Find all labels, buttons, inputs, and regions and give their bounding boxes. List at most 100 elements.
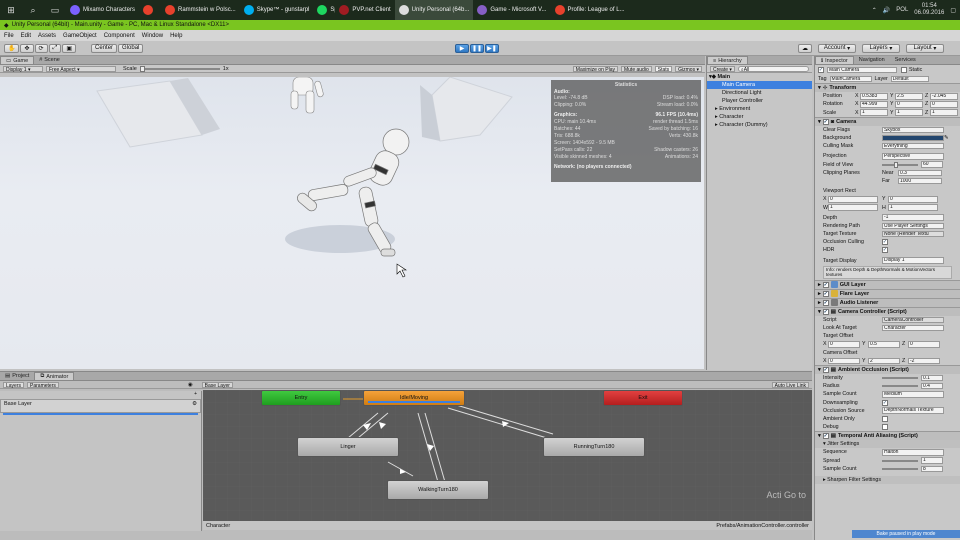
display-dropdown[interactable]: Display 1 ▾ — [3, 65, 43, 73]
menu-assets[interactable]: Assets — [38, 33, 56, 39]
taskbar-app[interactable]: Spotify — [313, 0, 335, 20]
culling-mask-dropdown[interactable]: Everything — [882, 142, 944, 150]
rotation-y-field[interactable]: 0 — [895, 101, 923, 108]
component-enabled-checkbox[interactable]: ✓ — [822, 290, 829, 297]
language-indicator[interactable]: POL — [896, 7, 908, 13]
taskbar-app[interactable]: Mixamo Characters — [66, 0, 139, 20]
sharpen-settings-foldout[interactable]: Sharpen Filter Settings — [827, 477, 881, 483]
near-field[interactable]: 0.3 — [898, 169, 942, 177]
state-exit[interactable]: Exit — [603, 390, 683, 406]
add-layer-icon[interactable]: + — [194, 391, 197, 399]
tab-scene[interactable]: # Scene — [34, 56, 65, 64]
cloud-icon[interactable]: ☁ — [798, 43, 812, 53]
create-dropdown[interactable]: Create ▾ — [710, 65, 735, 73]
component-enabled-checkbox[interactable]: ✓ — [822, 281, 829, 288]
layers-dropdown[interactable]: Layers ▾ — [862, 43, 900, 53]
taa-slider[interactable] — [882, 467, 918, 470]
tag-dropdown[interactable]: MainCamera — [829, 75, 872, 83]
stats-toggle[interactable]: Stats — [654, 65, 673, 73]
rendering-path-dropdown[interactable]: Use Player Settings — [882, 222, 944, 230]
notifications-icon[interactable]: ▢ — [950, 7, 956, 14]
layer-dropdown[interactable]: Default — [890, 75, 929, 83]
rotation-z-field[interactable]: 0 — [930, 101, 958, 108]
clear-flags-dropdown[interactable]: Skybox — [882, 126, 944, 134]
menu-gameobject[interactable]: GameObject — [63, 33, 97, 39]
tab-inspector[interactable]: ℹ Inspector — [815, 56, 854, 64]
menu-component[interactable]: Component — [104, 33, 135, 39]
scale-z-field[interactable]: 1 — [930, 109, 958, 116]
camera-offset-x[interactable]: 0 — [828, 357, 860, 365]
ao-slider[interactable] — [882, 376, 918, 379]
component-header[interactable]: ▸ ✓ GUI Layer — [815, 279, 960, 289]
auto-live-link-toggle[interactable]: Auto Live Link — [771, 381, 809, 389]
breadcrumb[interactable]: Base Layer — [201, 381, 233, 389]
tab-project[interactable]: ▤ Project — [0, 372, 34, 380]
eye-icon[interactable]: ◉ — [188, 382, 193, 388]
tab-layers[interactable]: Layers — [3, 381, 25, 389]
aspect-dropdown[interactable]: Free Aspect ▾ — [46, 65, 116, 73]
projection-dropdown[interactable]: Perspective — [882, 153, 944, 160]
state-entry[interactable]: Entry — [261, 390, 341, 406]
jitter-settings-foldout[interactable]: Jitter Settings — [827, 441, 859, 447]
taskbar-app[interactable]: Unity Personal (64b... — [394, 0, 474, 20]
taskbar-app[interactable]: PVP.net Client — [335, 0, 394, 20]
ao-checkbox[interactable] — [882, 415, 888, 422]
look-at-field[interactable]: Character — [882, 324, 944, 332]
layer-item-base[interactable]: Base Layer ⚙ — [0, 399, 201, 413]
viewport-y-field[interactable]: 0 — [888, 196, 938, 203]
depth-field[interactable]: -1 — [882, 214, 944, 221]
ao-dropdown[interactable]: Medium — [882, 391, 944, 398]
pivot-global-button[interactable]: Global — [118, 43, 144, 53]
scale-x-field[interactable]: 1 — [860, 109, 888, 116]
ao-checkbox[interactable] — [882, 424, 888, 431]
tab-hierarchy[interactable]: ≡ Hierarchy — [707, 56, 748, 64]
ambient-occlusion-header[interactable]: ▾ ✓ ▤ Ambient Occlusion (Script) — [815, 364, 960, 374]
menu-file[interactable]: File — [4, 33, 14, 39]
hierarchy-item[interactable]: ▸ Environment — [707, 105, 812, 113]
target-display-dropdown[interactable]: Display 1 — [882, 257, 944, 264]
ao-slider[interactable] — [882, 385, 918, 388]
step-button[interactable]: ▶❚ — [485, 43, 499, 53]
eyedropper-icon[interactable]: ✎ — [944, 135, 948, 141]
taskbar-app[interactable]: Rammstein w Polsc... — [161, 0, 240, 20]
gear-icon[interactable]: ⚙ — [192, 401, 197, 411]
move-tool-icon[interactable]: ✥ — [20, 43, 34, 53]
viewport-x-field[interactable]: 0 — [828, 196, 878, 203]
hierarchy-item[interactable]: Main Camera — [707, 81, 812, 89]
rotation-x-field[interactable]: 44.999 — [860, 101, 888, 108]
play-button[interactable]: ▶ — [455, 43, 469, 53]
scale-y-field[interactable]: 1 — [895, 109, 923, 116]
menu-edit[interactable]: Edit — [21, 33, 31, 39]
ao-value-field[interactable]: 0.1 — [921, 374, 943, 382]
state-idle-moving[interactable]: Idle/Moving — [363, 390, 465, 406]
transform-header[interactable]: ▾ ⊹ Transform — [815, 83, 960, 93]
object-name-field[interactable]: Main Camera — [827, 66, 897, 74]
taa-value-field[interactable]: 8 — [921, 465, 943, 473]
viewport-w-field[interactable]: 1 — [828, 204, 878, 211]
hierarchy-item[interactable]: ▸ Character — [707, 113, 812, 121]
taskbar-app[interactable] — [139, 0, 161, 20]
ao-checkbox[interactable]: ✓ — [882, 399, 888, 406]
clock[interactable]: 01:54 06.09.2016 — [914, 3, 944, 17]
taa-slider[interactable] — [882, 459, 918, 462]
hand-tool-icon[interactable]: ✋ — [4, 43, 20, 53]
static-checkbox[interactable] — [901, 67, 907, 73]
account-dropdown[interactable]: Account ▾ — [818, 43, 856, 53]
position-x-field[interactable]: 0.5383 — [860, 93, 888, 100]
taa-enabled-checkbox[interactable]: ✓ — [822, 433, 829, 440]
ao-value-field[interactable]: 0.4 — [921, 382, 943, 390]
position-z-field[interactable]: -2.045 — [930, 93, 958, 100]
scale-slider[interactable] — [139, 65, 220, 72]
viewport-h-field[interactable]: 1 — [888, 204, 938, 211]
active-checkbox[interactable]: ✓ — [818, 67, 824, 73]
tab-parameters[interactable]: Parameters — [27, 381, 59, 389]
animator-graph[interactable]: Entry Idle/Moving Exit Linger RunningTur… — [203, 390, 812, 521]
rotate-tool-icon[interactable]: ⟳ — [34, 43, 48, 53]
state-walking-turn[interactable]: WalkingTurn180 — [387, 480, 489, 500]
state-linger[interactable]: Linger — [297, 437, 399, 457]
rect-tool-icon[interactable]: ▣ — [62, 43, 77, 53]
hierarchy-search-input[interactable]: ⌕All — [737, 65, 809, 73]
taskbar-app[interactable]: Profile: League of L... — [551, 0, 629, 20]
component-header[interactable]: ▸ ✓ Audio Listener — [815, 297, 960, 307]
tray-arrow-icon[interactable]: ⌃ — [872, 7, 877, 14]
